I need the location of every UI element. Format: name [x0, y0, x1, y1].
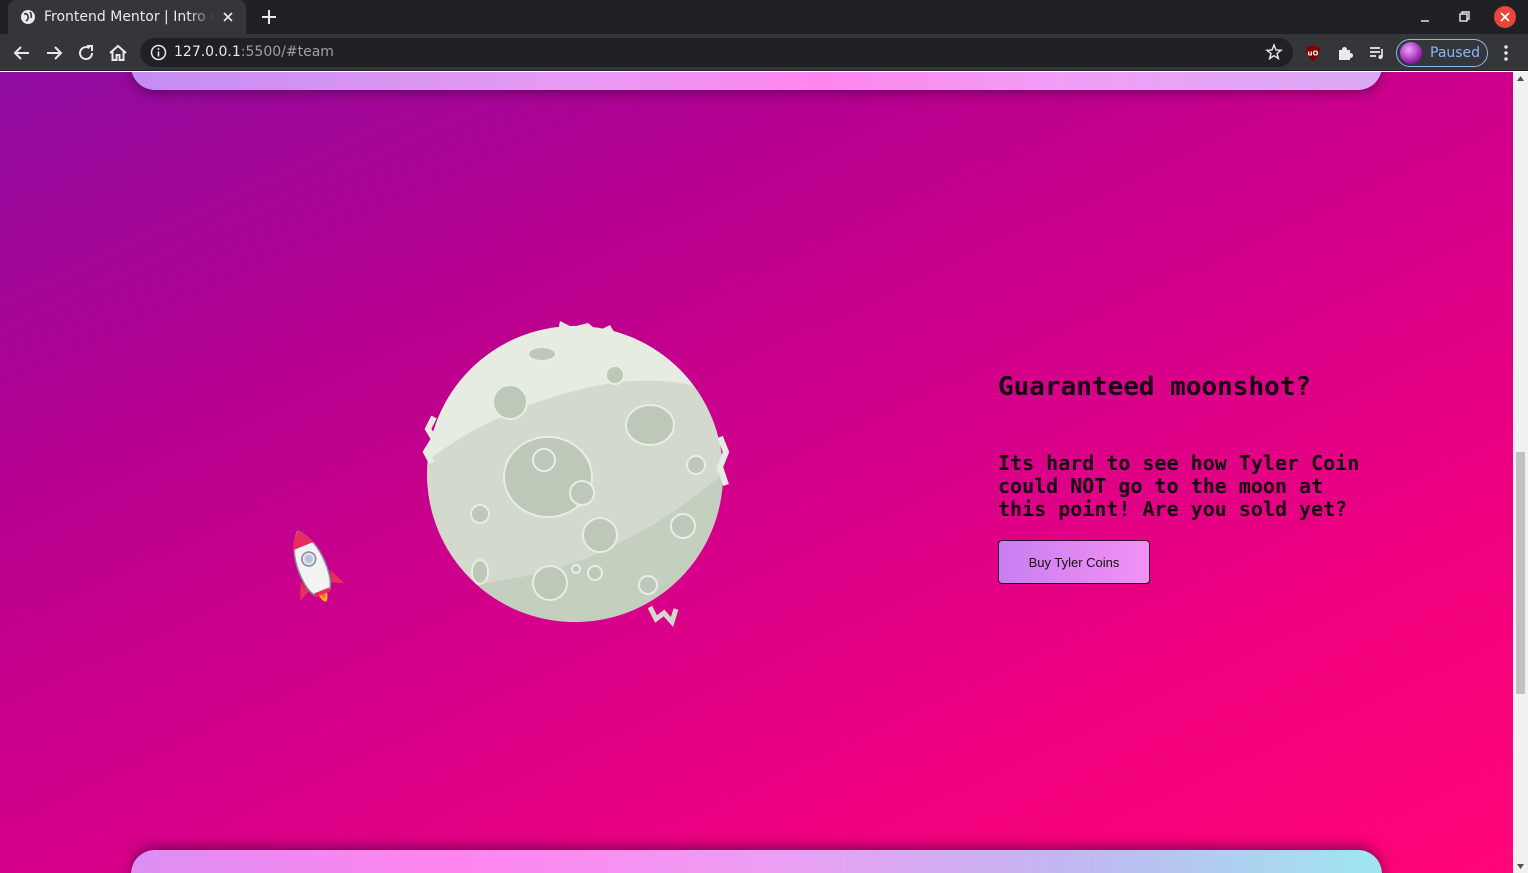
address-bar[interactable]: 127.0.0.1:5500/#team	[140, 38, 1293, 67]
url-text[interactable]: 127.0.0.1:5500/#team	[174, 44, 334, 60]
header-panel	[131, 72, 1382, 90]
scroll-up-icon[interactable]	[1516, 74, 1525, 83]
page-scrollbar[interactable]	[1513, 72, 1528, 873]
url-host: 127.0.0.1	[174, 44, 241, 60]
ublock-shield-icon[interactable]: uO	[1303, 43, 1323, 63]
site-info-icon[interactable]	[150, 44, 167, 61]
forward-icon[interactable]	[42, 41, 66, 65]
media-control-icon[interactable]	[1367, 43, 1387, 63]
page-viewport: Guaranteed moonshot? Its hard to see how…	[0, 72, 1513, 873]
active-tab[interactable]: Frontend Mentor | Intro component with s…	[8, 0, 246, 34]
restore-icon[interactable]	[1453, 6, 1475, 28]
browser-toolbar: 127.0.0.1:5500/#team uO Paused	[0, 34, 1528, 71]
profile-button[interactable]: Paused	[1396, 39, 1488, 67]
extensions-puzzle-icon[interactable]	[1335, 43, 1355, 63]
reload-icon[interactable]	[74, 41, 98, 65]
new-tab-icon[interactable]	[258, 6, 280, 28]
url-path: :5500/#team	[240, 44, 334, 60]
bookmark-star-icon[interactable]	[1265, 43, 1283, 61]
minimize-icon[interactable]	[1414, 6, 1436, 28]
profile-avatar	[1400, 42, 1422, 64]
section-body: Its hard to see how Tyler Coin could NOT…	[998, 451, 1360, 521]
close-tab-icon[interactable]	[220, 9, 236, 25]
section-heading: Guaranteed moonshot?	[998, 372, 1312, 402]
svg-text:uO: uO	[1308, 50, 1319, 58]
close-window-icon[interactable]	[1494, 6, 1516, 28]
buy-tyler-coins-button[interactable]: Buy Tyler Coins	[998, 540, 1150, 584]
moonshot-copy: Guaranteed moonshot? Its hard to see how…	[998, 372, 1378, 521]
tab-title: Frontend Mentor | Intro component with s…	[44, 9, 214, 25]
moon-illustration	[422, 321, 730, 627]
scroll-down-icon[interactable]	[1516, 862, 1525, 871]
globe-icon	[21, 10, 35, 24]
tab-strip: Frontend Mentor | Intro component with s…	[0, 0, 1528, 34]
scrollbar-thumb[interactable]	[1516, 452, 1525, 694]
rocket-illustration	[293, 530, 345, 602]
footer-panel	[131, 850, 1382, 873]
browser-menu-icon[interactable]	[1496, 43, 1516, 63]
home-icon[interactable]	[106, 41, 130, 65]
profile-status-label: Paused	[1430, 45, 1481, 61]
back-icon[interactable]	[10, 41, 34, 65]
